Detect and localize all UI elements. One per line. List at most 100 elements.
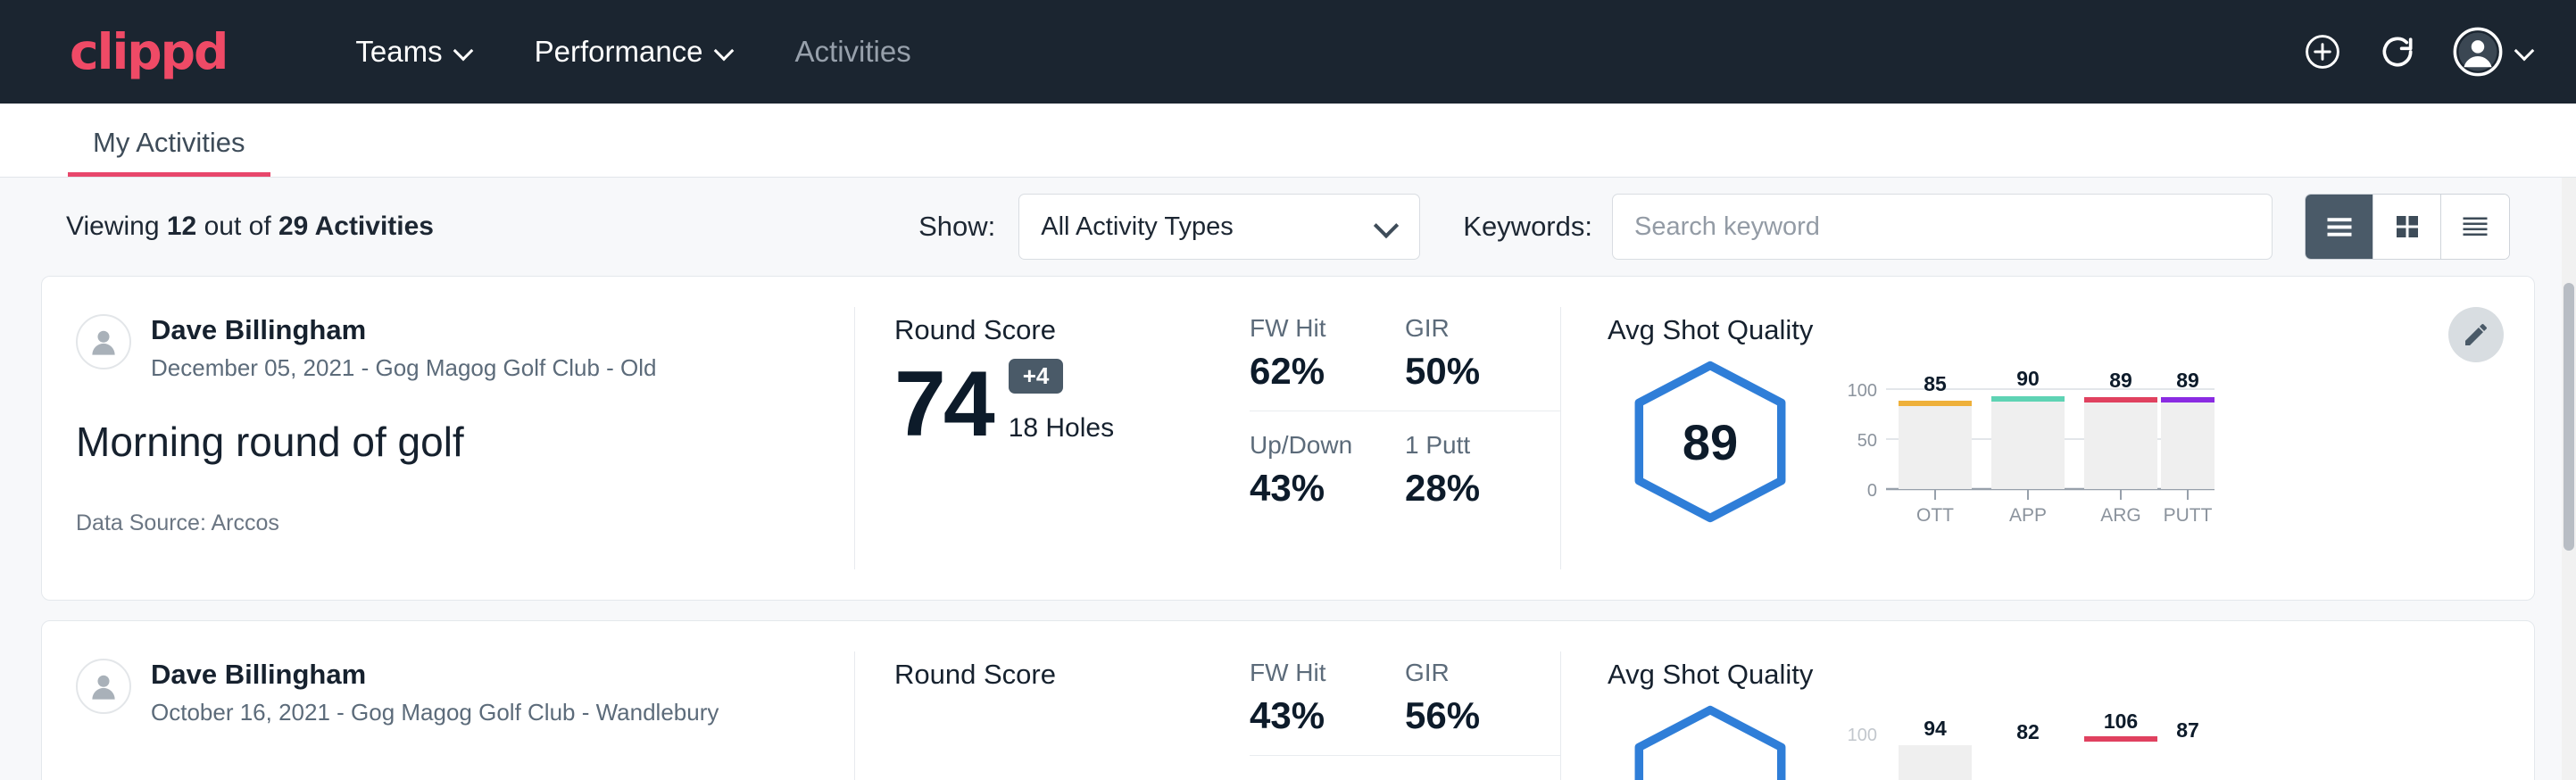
- shot-quality-chart: 100 50 0 85 90: [1831, 352, 2215, 538]
- nav-item-activities[interactable]: Activities: [765, 35, 942, 69]
- account-avatar-icon: [2453, 27, 2503, 77]
- stat-label: FW Hit: [1250, 659, 1382, 687]
- activity-data-source: Data Source: Arccos: [76, 510, 854, 536]
- scrollbar-thumb[interactable]: [2564, 283, 2574, 551]
- view-toggle-grid[interactable]: [2373, 195, 2441, 259]
- svg-text:100: 100: [1848, 726, 1877, 745]
- chevron-down-icon: [2515, 42, 2535, 62]
- viewing-total: 29 Activities: [278, 212, 434, 241]
- chevron-down-icon: [1375, 215, 1398, 238]
- tab-my-activities-label: My Activities: [93, 127, 245, 158]
- player-block: Dave Billingham December 05, 2021 - Gog …: [76, 314, 854, 382]
- nav-item-performance[interactable]: Performance: [504, 35, 765, 69]
- svg-text:PUTT: PUTT: [2164, 505, 2213, 526]
- stat-label: GIR: [1405, 659, 1537, 687]
- edit-activity-button[interactable]: [2448, 307, 2504, 362]
- chevron-down-icon: [454, 42, 474, 62]
- search-input[interactable]: [1612, 194, 2273, 260]
- svg-text:90: 90: [2016, 367, 2040, 390]
- add-activity-button[interactable]: [2303, 32, 2342, 71]
- toolbar-controls: Show: All Activity Types Keywords:: [918, 194, 2510, 260]
- person-icon: [83, 321, 124, 362]
- list-view-icon: [2323, 211, 2356, 243]
- quality-hexagon: [1608, 696, 1813, 780]
- activity-card-list: Dave Billingham December 05, 2021 - Gog …: [41, 276, 2535, 780]
- pencil-icon: [2462, 320, 2490, 349]
- stat-label: 1 Putt: [1405, 431, 1537, 460]
- round-score-side: +4 18 Holes: [1009, 359, 1114, 449]
- svg-text:85: 85: [1924, 372, 1947, 395]
- round-score-label: Round Score: [894, 659, 1230, 691]
- activity-card[interactable]: Dave Billingham October 16, 2021 - Gog M…: [41, 620, 2535, 780]
- person-icon: [83, 666, 124, 707]
- round-score-block: Round Score 74 +4 18 Holes: [855, 277, 1230, 600]
- activities-toolbar: Viewing 12 out of 29 Activities Show: Al…: [41, 178, 2535, 276]
- viewing-prefix: Viewing: [66, 212, 160, 241]
- stat-label: GIR: [1405, 314, 1537, 343]
- avatar: [76, 659, 131, 714]
- avg-shot-quality-label: Avg Shot Quality: [1608, 314, 2534, 346]
- compact-view-icon: [2459, 211, 2491, 243]
- round-score-block: Round Score: [855, 621, 1230, 780]
- hexagon-shape: [1625, 703, 1795, 780]
- svg-text:APP: APP: [2009, 505, 2047, 526]
- top-navigation-bar: clippd Teams Performance Activities: [0, 0, 2576, 104]
- activity-summary: Dave Billingham October 16, 2021 - Gog M…: [42, 621, 854, 780]
- stat-value: 56%: [1405, 694, 1537, 737]
- bar-chart: 100 94 82 106 87: [1831, 709, 2215, 780]
- quality-row: 100 94 82 106 87: [1608, 696, 2534, 780]
- view-toggle-list[interactable]: [2306, 195, 2373, 259]
- keywords-label: Keywords:: [1463, 211, 1592, 243]
- activity-card[interactable]: Dave Billingham December 05, 2021 - Gog …: [41, 276, 2535, 601]
- avg-shot-quality-value: 89: [1683, 413, 1738, 471]
- show-label: Show:: [918, 211, 995, 243]
- viewing-mid: out of: [204, 212, 271, 241]
- main-nav-links: Teams Performance Activities: [325, 35, 941, 69]
- activity-type-select[interactable]: All Activity Types: [1018, 194, 1420, 260]
- stats-block: FW Hit 43% GIR 56%: [1230, 621, 1560, 780]
- view-toggle-group: [2305, 194, 2510, 260]
- nav-item-teams[interactable]: Teams: [325, 35, 503, 69]
- clippd-logo[interactable]: clippd: [70, 28, 227, 77]
- stat-one-putt: 1 Putt 28%: [1405, 411, 1560, 510]
- stat-up-down: Up/Down 43%: [1250, 411, 1405, 510]
- svg-text:87: 87: [2176, 718, 2199, 742]
- stat-label: FW Hit: [1250, 314, 1382, 343]
- view-toggle-compact[interactable]: [2441, 195, 2509, 259]
- bar-chart: 100 50 0 85 90: [1831, 364, 2215, 534]
- page-tabbar: My Activities: [0, 104, 2576, 178]
- quality-row: 89 100 50 0: [1608, 352, 2534, 538]
- nav-actions: [2303, 27, 2535, 77]
- activity-meta: October 16, 2021 - Gog Magog Golf Club -…: [151, 699, 719, 726]
- hexagon-icon: [1625, 703, 1795, 780]
- stats-block: FW Hit 62% GIR 50% Up/Down 43% 1 Putt 28…: [1230, 277, 1560, 600]
- stat-value: 50%: [1405, 350, 1537, 393]
- shot-quality-chart: 100 94 82 106 87: [1831, 696, 2215, 780]
- avg-shot-quality-block: Avg Shot Quality 100 94: [1561, 621, 2534, 780]
- nav-item-performance-label: Performance: [535, 35, 703, 69]
- tab-my-activities[interactable]: My Activities: [68, 127, 270, 177]
- page-scrollbar[interactable]: [2562, 178, 2576, 780]
- round-score-row: 74 +4 18 Holes: [894, 359, 1230, 449]
- stat-label: Up/Down: [1250, 431, 1382, 460]
- stat-value: 28%: [1405, 467, 1537, 510]
- chevron-down-icon: [715, 42, 735, 62]
- account-menu-button[interactable]: [2453, 27, 2535, 77]
- stat-value: 43%: [1250, 694, 1382, 737]
- activity-type-value: All Activity Types: [1041, 212, 1233, 242]
- svg-text:100: 100: [1848, 381, 1877, 401]
- svg-text:ARG: ARG: [2100, 505, 2141, 526]
- stat-fw-hit: FW Hit 43%: [1250, 659, 1405, 756]
- avg-shot-quality-label: Avg Shot Quality: [1608, 659, 2534, 691]
- avatar: [76, 314, 131, 369]
- svg-text:89: 89: [2109, 369, 2132, 392]
- player-block: Dave Billingham October 16, 2021 - Gog M…: [76, 659, 854, 726]
- player-name: Dave Billingham: [151, 659, 719, 691]
- stat-value: 62%: [1250, 350, 1382, 393]
- holes-count: 18 Holes: [1009, 413, 1114, 444]
- round-score-value: 74: [894, 361, 993, 449]
- score-to-par-badge: +4: [1009, 359, 1064, 394]
- svg-text:OTT: OTT: [1916, 505, 1954, 526]
- refresh-button[interactable]: [2378, 32, 2417, 71]
- hexagon-shape: 89: [1625, 359, 1795, 525]
